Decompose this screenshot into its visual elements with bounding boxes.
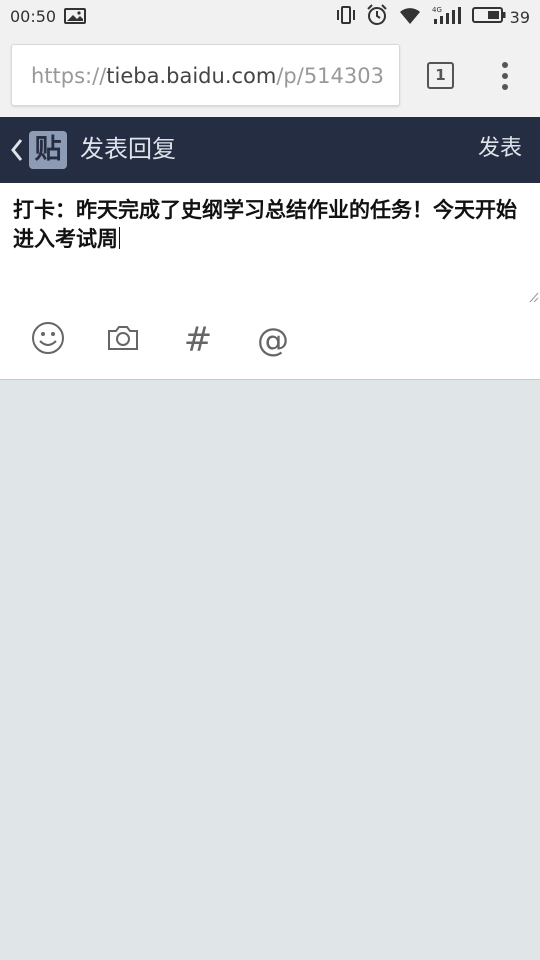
text-cursor (119, 227, 120, 249)
page-title: 发表回复 (80, 135, 176, 163)
status-time: 00:50 (10, 7, 57, 26)
tab-switcher-button[interactable]: 1 (427, 62, 454, 89)
address-bar[interactable]: https://tieba.baidu.com/p/514303 (11, 44, 400, 106)
resize-handle-icon[interactable] (529, 288, 539, 307)
browser-toolbar: https://tieba.baidu.com/p/514303 1 (0, 34, 540, 117)
publish-button[interactable]: 发表 (478, 131, 522, 167)
hashtag-icon: # (183, 320, 213, 360)
signal-4g-icon: 4G (432, 5, 462, 29)
editor-toolbar: # @ (0, 318, 540, 362)
status-icons: 4G 39 (336, 4, 530, 30)
wifi-icon (398, 5, 422, 29)
vibrate-icon (336, 6, 356, 28)
empty-content-area (0, 381, 540, 960)
url-domain: tieba.baidu.com (106, 64, 277, 88)
battery-level: 39 (509, 7, 530, 27)
page-header: 贴 发表回复 发表 (0, 117, 540, 183)
mention-button[interactable]: @ (253, 318, 293, 362)
reply-editor: 打卡：昨天完成了史纲学习总结作业的任务！今天开始进入考试周 # @ (0, 183, 540, 380)
overflow-menu-icon[interactable] (497, 60, 513, 92)
at-icon: @ (257, 321, 289, 359)
svg-text:4G: 4G (432, 6, 442, 14)
emoji-button[interactable] (30, 318, 66, 362)
back-arrow-icon[interactable] (10, 138, 24, 166)
alarm-icon (366, 4, 388, 30)
reply-textarea[interactable]: 打卡：昨天完成了史纲学习总结作业的任务！今天开始进入考试周 (13, 196, 531, 303)
reply-text: 打卡：昨天完成了史纲学习总结作业的任务！今天开始进入考试周 (13, 198, 517, 251)
url-path: /p/514303 (276, 64, 384, 88)
status-bar: 00:50 4G 39 (0, 0, 540, 34)
battery-icon (471, 6, 506, 28)
camera-icon (107, 324, 139, 356)
topic-button[interactable]: # (182, 318, 214, 362)
photo-button[interactable] (104, 318, 142, 362)
tieba-logo[interactable]: 贴 (29, 131, 67, 169)
image-notification-icon (64, 8, 86, 28)
url-scheme: https:// (31, 64, 107, 88)
smiley-icon (31, 321, 65, 359)
